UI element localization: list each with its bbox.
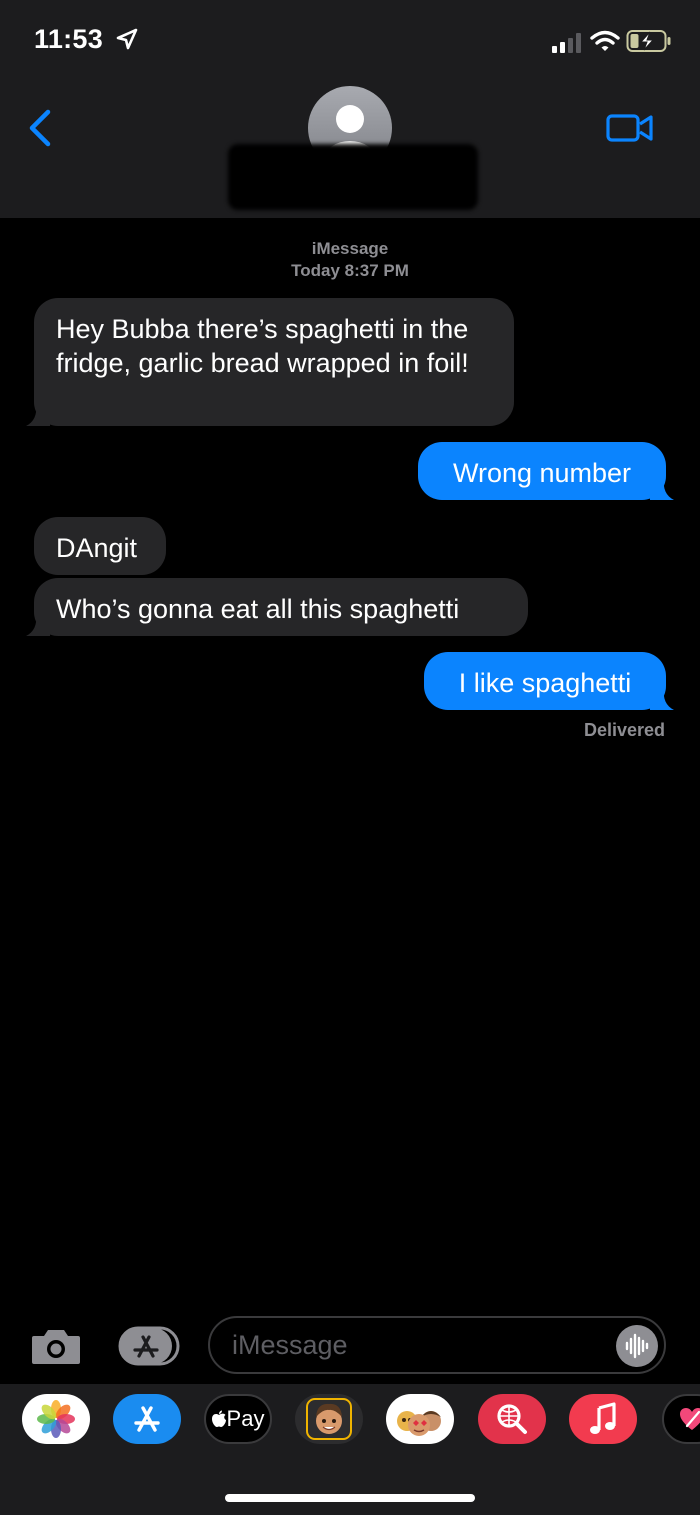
message-text: I like spaghetti: [458, 668, 632, 698]
location-arrow-icon: [116, 28, 138, 50]
message-text: Who’s gonna eat all this spaghetti: [56, 594, 460, 624]
message-text: DAngit: [56, 533, 138, 563]
status-bar: 11:53: [0, 0, 700, 80]
outgoing-message[interactable]: Wrong number: [418, 442, 674, 500]
service-label: iMessage: [311, 239, 389, 258]
message-placeholder: iMessage: [232, 1330, 348, 1360]
app-drawer: Pay: [0, 1384, 700, 1515]
message-text: Wrong number: [452, 458, 632, 488]
message-input[interactable]: iMessage: [208, 1316, 666, 1374]
cellular-signal-icon: [552, 33, 581, 53]
memoji-stickers-icon[interactable]: [386, 1394, 454, 1444]
incoming-message[interactable]: Hey Bubba there’s spaghetti in the fridg…: [26, 298, 514, 426]
camera-icon[interactable]: [30, 1326, 82, 1366]
incoming-message[interactable]: DAngit: [34, 517, 166, 575]
status-time: 11:53: [34, 24, 104, 54]
wifi-icon: [590, 30, 620, 51]
outgoing-message[interactable]: I like spaghetti: [424, 652, 674, 710]
music-icon[interactable]: [569, 1394, 637, 1444]
bubble-tail: [650, 688, 674, 710]
back-chevron-icon[interactable]: [26, 108, 56, 148]
images-search-icon[interactable]: [478, 1394, 546, 1444]
photos-icon[interactable]: [22, 1394, 90, 1444]
app-store-icon[interactable]: [113, 1394, 181, 1444]
conversation-header: [0, 80, 700, 218]
app-store-icon[interactable]: [118, 1326, 180, 1366]
bubble-tail: [26, 404, 50, 426]
apple-pay-icon[interactable]: Pay: [204, 1394, 272, 1444]
delivery-status: Delivered: [583, 720, 665, 740]
audio-waveform-icon[interactable]: [616, 1325, 658, 1367]
bubble-tail: [650, 478, 674, 500]
home-indicator[interactable]: [225, 1494, 475, 1502]
apple-pay-label: Pay: [226, 1406, 265, 1431]
memoji-icon[interactable]: [295, 1394, 363, 1444]
contact-name-redaction[interactable]: [228, 144, 478, 210]
apple-logo-icon: [211, 1410, 226, 1427]
battery-charging-icon: [626, 30, 671, 52]
facetime-video-icon[interactable]: [606, 112, 654, 144]
message-text: Hey Bubba there’s spaghetti in the fridg…: [56, 314, 469, 378]
bubble-tail: [26, 614, 50, 636]
digital-touch-icon[interactable]: [662, 1394, 700, 1444]
incoming-message[interactable]: Who’s gonna eat all this spaghetti: [26, 578, 528, 636]
conversation-timestamp: Today 8:37 PM: [291, 261, 409, 280]
